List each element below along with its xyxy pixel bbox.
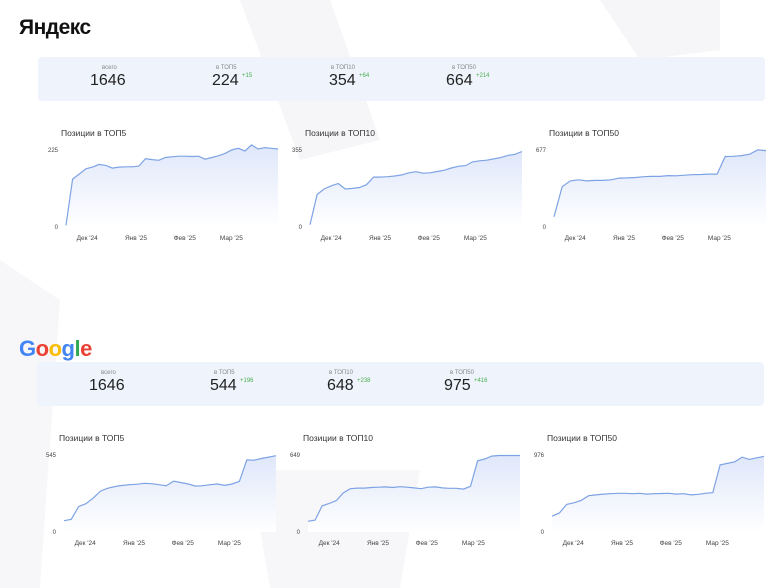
chart-title: Позиции в ТОП10 [303,433,373,443]
stat-caption: в ТОП50 [450,370,474,376]
series-area [310,151,522,227]
x-tick-label: Фев '25 [418,235,441,242]
series-line [551,455,765,517]
stat-delta: +196 [240,378,254,384]
y-tick-min: 0 [53,530,57,536]
google-logo-letter: o [48,336,62,361]
chart-title: Позиции в ТОП10 [305,128,375,138]
x-tick-label: Янв '25 [367,540,389,547]
stat-value: 1646 [89,377,125,394]
yandex-section: Яндекс всего 1646 в ТОП5 224 +15 в ТОП10… [0,0,777,300]
x-tick-label: Дек '24 [319,540,341,547]
google-logo-letter: e [80,336,92,361]
chart-plot: 677 0 Дек '24 Янв '25 Фев '25 Мар '25 [536,148,767,242]
chart-yandex-top5: Позиции в ТОП5 225 0 Дек '24 Янв '25 Фев '25… [48,128,288,248]
google-logo-letter: G [19,336,36,361]
chart-title: Позиции в ТОП5 [61,128,127,138]
stat-caption: всего [102,65,117,71]
stat-caption: всего [101,370,116,376]
series-area [308,455,520,532]
stat-delta: +15 [242,73,253,79]
x-tick-label: Янв '25 [125,235,147,242]
stat-delta: +416 [474,378,488,384]
x-tick-label: Фев '25 [662,235,685,242]
chart-plot: 225 0 Дек '24 Янв '25 Фев '25 Мар '25 [48,144,279,242]
y-tick-max: 677 [536,148,547,154]
y-tick-min: 0 [541,530,545,536]
y-tick-max: 355 [292,148,303,154]
stat-caption: в ТОП10 [329,370,353,376]
y-tick-max: 649 [290,453,301,459]
stat-delta: +238 [357,378,371,384]
series-area [554,149,766,227]
series-area [552,456,764,532]
chart-yandex-top50: Позиции в ТОП50 677 0 Дек '24 Янв '25 Фев '2… [536,128,776,248]
chart-yandex-top10: Позиции в ТОП10 355 0 Дек '24 Янв '25 Фев '2… [292,128,532,248]
chart-google-top10: Позиции в ТОП10 649 0 Дек '24 Янв '25 Фев '2… [290,433,530,553]
x-tick-label: Фев '25 [416,540,439,547]
x-tick-label: Мар '25 [220,235,243,242]
series-area [64,455,276,532]
x-tick-label: Янв '25 [613,235,635,242]
x-tick-label: Мар '25 [708,235,731,242]
stat-value: 664 [446,72,473,89]
x-tick-label: Мар '25 [706,540,729,547]
stat-caption: в ТОП10 [331,65,355,71]
x-tick-label: Дек '24 [321,235,343,242]
stat-caption: в ТОП5 [214,370,235,376]
chart-title: Позиции в ТОП50 [547,433,617,443]
chart-google-top5: Позиции в ТОП5 545 0 Дек '24 Янв '25 Фев '25… [46,433,286,553]
y-tick-max: 225 [48,148,59,154]
google-stats-panel: всего 1646 в ТОП5 544 +196 в ТОП10 648 +… [37,362,764,406]
google-logo-letter: g [61,336,75,361]
stat-value: 224 [212,72,239,89]
x-tick-label: Фев '25 [172,540,195,547]
series-line [63,455,277,522]
chart-google-top50: Позиции в ТОП50 976 0 Дек '24 Янв '25 Фев '2… [534,433,774,553]
x-tick-label: Мар '25 [462,540,485,547]
stat-value: 544 [210,377,237,394]
stat-caption: в ТОП5 [216,65,237,71]
x-tick-label: Янв '25 [611,540,633,547]
x-tick-label: Мар '25 [218,540,241,547]
x-tick-label: Фев '25 [174,235,197,242]
chart-plot: 545 0 Дек '24 Янв '25 Фев '25 Мар '25 [46,453,277,547]
chart-plot: 976 0 Дек '24 Янв '25 Фев '25 Мар '25 [534,453,765,547]
y-tick-min: 0 [55,225,59,231]
y-tick-min: 0 [299,225,303,231]
chart-plot: 355 0 Дек '24 Янв '25 Фев '25 Мар '25 [292,148,523,242]
stat-value: 1646 [90,72,126,89]
x-tick-label: Мар '25 [464,235,487,242]
y-tick-min: 0 [297,530,301,536]
x-tick-label: Янв '25 [369,235,391,242]
chart-plot: 649 0 Дек '24 Янв '25 Фев '25 Мар '25 [290,453,520,547]
yandex-stats-panel: всего 1646 в ТОП5 224 +15 в ТОП10 354 +6… [38,57,765,101]
x-tick-label: Дек '24 [565,235,587,242]
x-tick-label: Фев '25 [660,540,683,547]
google-logo-letter: l [74,336,81,361]
x-tick-label: Дек '24 [563,540,585,547]
y-tick-max: 976 [534,453,545,459]
stat-delta: +214 [476,73,490,79]
stat-value: 648 [327,377,354,394]
y-tick-max: 545 [46,453,57,459]
series-line [307,454,520,522]
x-tick-label: Дек '24 [77,235,99,242]
y-tick-min: 0 [543,225,547,231]
chart-title: Позиции в ТОП50 [549,128,619,138]
stat-caption: в ТОП50 [452,65,476,71]
chart-title: Позиции в ТОП5 [59,433,125,443]
stat-value: 975 [444,377,471,394]
stat-delta: +64 [359,73,370,79]
yandex-logo: Яндекс [19,16,91,39]
x-tick-label: Дек '24 [75,540,97,547]
google-logo-letter: o [35,336,49,361]
x-tick-label: Янв '25 [123,540,145,547]
google-logo: Google [19,336,92,362]
stat-value: 354 [329,72,356,89]
